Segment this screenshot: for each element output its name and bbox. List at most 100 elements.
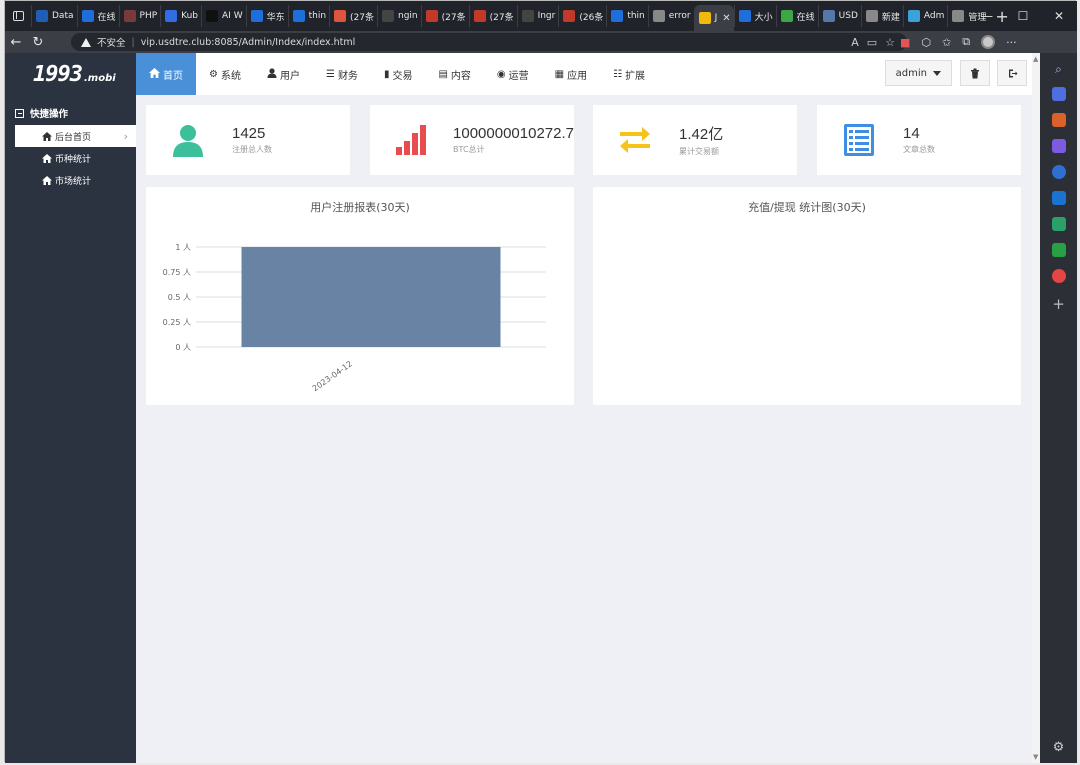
browser-tab[interactable]: thin	[287, 5, 329, 27]
recharge-chart-title: 充值/提现 统计图(30天)	[748, 201, 866, 214]
tab-actions-button[interactable]	[5, 1, 31, 31]
close-tab-icon[interactable]: ✕	[722, 13, 730, 24]
top-nav-item[interactable]: 首页	[136, 53, 196, 95]
browser-tab[interactable]: Data	[31, 5, 77, 27]
top-nav-label: 应用	[567, 70, 588, 82]
register-chart: 0 人 0.25 人 0.5 人 0.75 人 1 人 2023-04-12	[163, 243, 546, 393]
send-icon[interactable]	[1051, 217, 1066, 231]
scroll-up-icon[interactable]: ▲	[1033, 55, 1038, 63]
address-bar-actions: A ▭ ☆	[851, 36, 895, 49]
logo-suffix: .mobi	[83, 72, 116, 84]
gear-icon[interactable]: ⚙	[1053, 740, 1065, 755]
browser-tab[interactable]: (27条	[329, 5, 377, 27]
top-nav-item[interactable]: ☷ 扩展	[600, 53, 658, 95]
sidebar-item[interactable]: 币种统计	[15, 147, 136, 169]
tree-icon[interactable]	[1051, 243, 1066, 257]
browser-tab[interactable]: (27条	[468, 5, 517, 27]
sidebar-item[interactable]: 后台首页 ›	[15, 125, 136, 147]
tab-favicon-icon	[123, 10, 136, 22]
more-menu-icon[interactable]: ···	[1006, 36, 1017, 49]
tab-favicon-icon	[865, 10, 878, 22]
puzzle-icon[interactable]: ⬡	[921, 36, 931, 49]
read-aloud-icon[interactable]: A	[851, 36, 859, 49]
shopping-tag-icon[interactable]	[1051, 87, 1066, 101]
add-sidebar-app-button[interactable]: +	[1052, 295, 1065, 313]
top-nav-item[interactable]: 用户	[254, 53, 313, 95]
top-nav-item[interactable]: ◉ 运营	[484, 53, 542, 95]
profile-avatar[interactable]	[981, 35, 996, 49]
top-nav-item[interactable]: ▦ 应用	[542, 53, 600, 95]
collapse-icon	[15, 108, 24, 118]
signal-bars-icon	[392, 120, 429, 160]
browser-tab[interactable]: ngin	[377, 5, 421, 27]
admin-user-dropdown[interactable]: admin	[884, 60, 952, 86]
tab-favicon-icon	[165, 10, 178, 22]
favorite-star-icon[interactable]: ☆	[885, 36, 895, 49]
close-window-button[interactable]: ✕	[1041, 9, 1077, 23]
top-nav-item[interactable]: ▮ 交易	[371, 53, 426, 95]
browser-tab[interactable]: 华东	[245, 5, 288, 27]
browser-tab[interactable]: Ingr	[516, 5, 559, 27]
chart-bar[interactable]	[241, 247, 501, 347]
extension-icon[interactable]: ■	[900, 36, 910, 49]
refresh-button[interactable]: ↻	[27, 35, 49, 50]
search-icon[interactable]: ⌕	[1055, 62, 1062, 77]
y-tick-label: 0.25 人	[163, 318, 191, 327]
tab-favicon-icon	[652, 10, 665, 22]
trash-icon	[971, 68, 979, 78]
maximize-button[interactable]: ☐	[1005, 9, 1041, 23]
favorites-icon[interactable]: ✩	[942, 36, 951, 49]
stat-label: BTC总计	[453, 145, 485, 154]
top-nav-label: 系统	[220, 70, 241, 82]
scroll-down-icon[interactable]: ▼	[1033, 753, 1038, 761]
app-icon[interactable]	[1051, 269, 1066, 283]
top-nav-item[interactable]: ⚙ 系统	[196, 53, 254, 95]
browser-tab[interactable]: 在线	[775, 5, 818, 27]
reader-view-icon[interactable]: ▭	[867, 36, 877, 49]
browser-tab[interactable]: Kub	[160, 5, 201, 27]
games-icon[interactable]	[1051, 139, 1066, 153]
browser-tab[interactable]: (26条	[558, 5, 606, 27]
site-logo[interactable]: 1993 .mobi	[5, 53, 136, 95]
page-scrollbar[interactable]: ▲ ▼	[1032, 53, 1040, 763]
admin-page: 1993 .mobi 快捷操作 后台首页 › 币种统计 市场统计 首页 ⚙ 系统 用户 ☰ 财务…	[5, 53, 1040, 763]
browser-tab[interactable]: J ✕	[693, 5, 734, 31]
quick-ops-header[interactable]: 快捷操作	[5, 101, 136, 125]
copilot-icon[interactable]	[1051, 165, 1066, 179]
collections-icon[interactable]: ⧉	[962, 35, 970, 49]
browser-tab[interactable]: AI W	[201, 5, 246, 27]
stat-value: 1.42亿	[679, 126, 724, 143]
browser-tab[interactable]: 大小	[733, 5, 776, 27]
outlook-icon[interactable]	[1051, 191, 1066, 205]
browser-tab[interactable]: PHP	[118, 5, 161, 27]
tab-label: (27条	[441, 12, 466, 23]
back-button[interactable]: ←	[5, 35, 27, 50]
browser-tab[interactable]: error	[647, 5, 694, 27]
tab-favicon-icon	[822, 10, 835, 22]
bar-chart-icon: ▮	[383, 68, 390, 80]
top-nav-item[interactable]: ☰ 财务	[313, 53, 371, 95]
minimize-button[interactable]: —	[969, 9, 1005, 23]
browser-tab[interactable]: thin	[606, 5, 647, 27]
browser-tab[interactable]: 新建	[860, 5, 903, 27]
browser-tab[interactable]: (27条	[420, 5, 469, 27]
browser-tab[interactable]: Adm	[902, 5, 947, 27]
user-icon	[168, 120, 208, 160]
top-nav-label: 用户	[279, 70, 300, 82]
stat-label: 注册总人数	[232, 145, 272, 154]
tab-favicon-icon	[81, 10, 94, 22]
user-icon	[267, 67, 277, 81]
tab-label: PHP	[139, 11, 158, 21]
toolbox-icon[interactable]	[1051, 113, 1066, 127]
stat-card-users: 1425 注册总人数	[146, 105, 350, 175]
sidebar-item[interactable]: 市场统计	[15, 169, 136, 191]
tab-favicon-icon	[425, 10, 438, 22]
logout-button[interactable]	[997, 60, 1027, 86]
browser-tab[interactable]: USD	[817, 5, 861, 27]
clear-cache-button[interactable]	[960, 60, 990, 86]
browser-tab[interactable]: 在线	[76, 5, 119, 27]
tab-label: (26条	[579, 12, 604, 23]
url-text: vip.usdtre.club:8085/Admin/Index/index.h…	[140, 36, 356, 48]
address-bar[interactable]: 不安全 | vip.usdtre.club:8085/Admin/Index/i…	[71, 33, 907, 51]
top-nav-item[interactable]: ▤ 内容	[425, 53, 483, 95]
